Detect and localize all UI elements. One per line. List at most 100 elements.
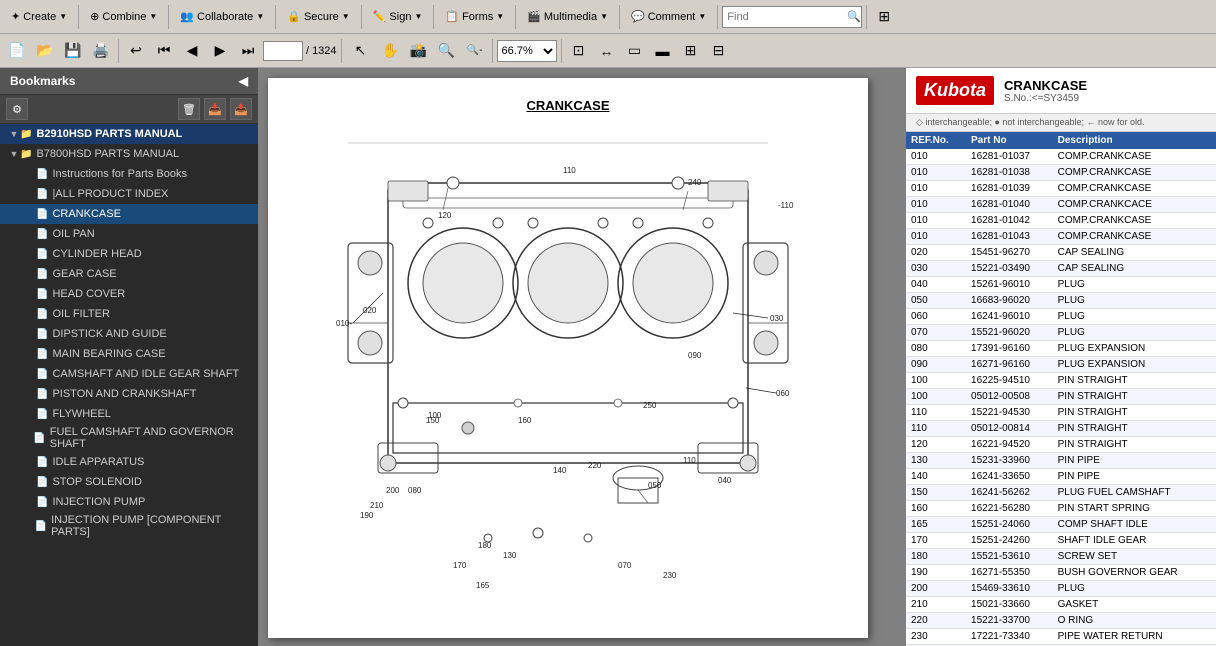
sidebar-item-idle-apparatus[interactable]: 📄 IDLE APPARATUS [0,452,258,472]
secure-menu[interactable]: 🔒 Secure ▼ [280,4,356,30]
undo-button[interactable]: ↩ [123,38,149,64]
fit-page-button[interactable]: ⊡ [566,38,592,64]
new-doc-button[interactable]: 📄 [4,38,30,64]
open-button[interactable]: 📂 [32,38,58,64]
table-row[interactable]: 220 15221-33700 O RING [906,613,1216,629]
prev-page-button[interactable]: ◀ [179,38,205,64]
table-row[interactable]: 010 16281-01040 COMP.CRANKCACE [906,197,1216,213]
sidebar-settings-button[interactable]: ⚙ [6,98,28,120]
last-page-button[interactable]: ⏭ [235,38,261,64]
two-page-button[interactable]: ⊞ [678,38,704,64]
first-page-button[interactable]: ⏮ [151,38,177,64]
find-box[interactable]: 🔍 [722,6,862,28]
sidebar-item-gear-case[interactable]: 📄 GEAR CASE [0,264,258,284]
tree-label: |ALL PRODUCT INDEX [52,188,168,200]
collaborate-menu[interactable]: 👥 Collaborate ▼ [173,4,271,30]
table-row[interactable]: 010 16281-01043 COMP.CRANKCASE [906,229,1216,245]
sidebar-item-cylinder-head[interactable]: 📄 CYLINDER HEAD [0,244,258,264]
sidebar-item-stop-solenoid[interactable]: 📄 STOP SOLENOID [0,472,258,492]
sidebar-item-b2910hsd[interactable]: ▼ 📁 B2910HSD PARTS MANUAL [0,124,258,144]
table-row[interactable]: 080 17391-96160 PLUG EXPANSION [906,341,1216,357]
table-row[interactable]: 210 15021-33660 GASKET [906,597,1216,613]
table-row[interactable]: 010 16281-01037 COMP.CRANKCASE [906,149,1216,165]
table-row[interactable]: 040 15261-96010 PLUG [906,277,1216,293]
doc-icon: 📄 [36,189,48,200]
snapshot-tool-button[interactable]: 📸 [406,38,432,64]
forms-label: Forms [462,11,493,23]
tree-label: B7800HSD PARTS MANUAL [36,148,179,160]
svg-text:250: 250 [643,401,657,410]
sidebar-collapse-icon[interactable]: ◀ [239,74,248,88]
sign-menu[interactable]: ✏️ Sign ▼ [366,4,430,30]
sidebar-item-fuel-camshaft[interactable]: 📄 FUEL CAMSHAFT AND GOVERNOR SHAFT [0,424,258,452]
continuous-button[interactable]: ▬ [650,38,676,64]
table-row[interactable]: 070 15521-96020 PLUG [906,325,1216,341]
table-row[interactable]: 100 05012-00508 PIN STRAIGHT [906,389,1216,405]
sidebar-item-all-product[interactable]: 📄 |ALL PRODUCT INDEX [0,184,258,204]
table-row[interactable]: 060 16241-96010 PLUG [906,309,1216,325]
fit-width-button[interactable]: ↔ [594,38,620,64]
sidebar-item-main-bearing[interactable]: 📄 MAIN BEARING CASE [0,344,258,364]
cell-desc: PIPE WATER RETURN [1053,629,1216,645]
table-row[interactable]: 120 16221-94520 PIN STRAIGHT [906,437,1216,453]
sidebar-item-oil-pan[interactable]: 📄 OIL PAN [0,224,258,244]
page-current-input[interactable]: 535 [263,41,303,61]
table-row[interactable]: 180 15521-53610 SCREW SET [906,549,1216,565]
find-input[interactable] [727,11,847,23]
toolbar-second: 📄 📂 💾 🖨️ ↩ ⏮ ◀ ▶ ⏭ 535 / 1324 ↖ ✋ 📸 🔍 🔍-… [0,34,1216,68]
table-row[interactable]: 020 15451-96270 CAP SEALING [906,245,1216,261]
table-row[interactable]: 130 15231-33960 PIN PIPE [906,453,1216,469]
table-row[interactable]: 230 17221-73340 PIPE WATER RETURN [906,629,1216,645]
sidebar-export-button[interactable]: 📤 [230,98,252,120]
sidebar-item-flywheel[interactable]: 📄 FLYWHEEL [0,404,258,424]
forms-menu[interactable]: 📋 Forms ▼ [438,4,511,30]
zoom-out-button[interactable]: 🔍- [462,38,488,64]
multimedia-menu[interactable]: 🎬 Multimedia ▼ [520,4,615,30]
sidebar-item-dipstick[interactable]: 📄 DIPSTICK AND GUIDE [0,324,258,344]
table-row[interactable]: 150 16241-56262 PLUG FUEL CAMSHAFT [906,485,1216,501]
save-button[interactable]: 💾 [60,38,86,64]
table-row[interactable]: 165 15251-24060 COMP SHAFT IDLE [906,517,1216,533]
zoom-select[interactable]: 66.7% 50% 75% 100% 125% 150% [497,40,557,62]
sidebar-item-head-cover[interactable]: 📄 HEAD COVER [0,284,258,304]
table-row[interactable]: 090 16271-96160 PLUG EXPANSION [906,357,1216,373]
table-row[interactable]: 110 15221-94530 PIN STRAIGHT [906,405,1216,421]
table-row[interactable]: 170 15251-24260 SHAFT IDLE GEAR [906,533,1216,549]
multi-page-button[interactable]: ⊟ [706,38,732,64]
sidebar-delete-button[interactable]: 🗑 [178,98,200,120]
sidebar-item-piston[interactable]: 📄 PISTON AND CRANKSHAFT [0,384,258,404]
table-row[interactable]: 010 16281-01038 COMP.CRANKCASE [906,165,1216,181]
sidebar-item-oil-filter[interactable]: 📄 OIL FILTER [0,304,258,324]
sidebar-item-injection-pump[interactable]: 📄 INJECTION PUMP [0,492,258,512]
print-button[interactable]: 🖨️ [88,38,114,64]
table-row[interactable]: 100 16225-94510 PIN STRAIGHT [906,373,1216,389]
sidebar-item-camshaft[interactable]: 📄 CAMSHAFT AND IDLE GEAR SHAFT [0,364,258,384]
tree-toggle: ▼ [8,129,20,139]
next-page-button[interactable]: ▶ [207,38,233,64]
combine-menu[interactable]: ⊕ Combine ▼ [83,4,164,30]
table-row[interactable]: 160 16221-56280 PIN START SPRING [906,501,1216,517]
sidebar-item-instructions[interactable]: 📄 Instructions for Parts Books [0,164,258,184]
table-row[interactable]: 200 15469-33610 PLUG [906,581,1216,597]
table-row[interactable]: 140 16241-33650 PIN PIPE [906,469,1216,485]
sidebar-item-crankcase[interactable]: 📄 CRANKCASE [0,204,258,224]
cell-part: 16241-33650 [966,469,1053,485]
table-row[interactable]: 110 05012-00814 PIN STRAIGHT [906,421,1216,437]
table-row[interactable]: 010 16281-01039 COMP.CRANKCASE [906,181,1216,197]
comment-menu[interactable]: 💬 Comment ▼ [624,4,713,30]
sidebar-import-button[interactable]: 📥 [204,98,226,120]
table-row[interactable]: 190 16271-55350 BUSH GOVERNOR GEAR [906,565,1216,581]
hand-tool-button[interactable]: ✋ [378,38,404,64]
cell-ref: 060 [906,309,966,325]
expand-button[interactable]: ⊞ [871,4,897,30]
table-row[interactable]: 010 16281-01042 COMP.CRANKCASE [906,213,1216,229]
select-tool-button[interactable]: ↖ [346,38,376,64]
table-row[interactable]: 030 15221-03490 CAP SEALING [906,261,1216,277]
doc-icon: 📄 [36,269,48,280]
table-row[interactable]: 050 16683-96020 PLUG [906,293,1216,309]
sidebar-item-injection-pump-comp[interactable]: 📄 INJECTION PUMP [COMPONENT PARTS] [0,512,258,540]
create-menu[interactable]: ✦ Create ▼ [4,4,74,30]
single-page-button[interactable]: ▭ [622,38,648,64]
zoom-in-button[interactable]: 🔍 [434,38,460,64]
sidebar-item-b7800hsd[interactable]: ▼ 📁 B7800HSD PARTS MANUAL [0,144,258,164]
